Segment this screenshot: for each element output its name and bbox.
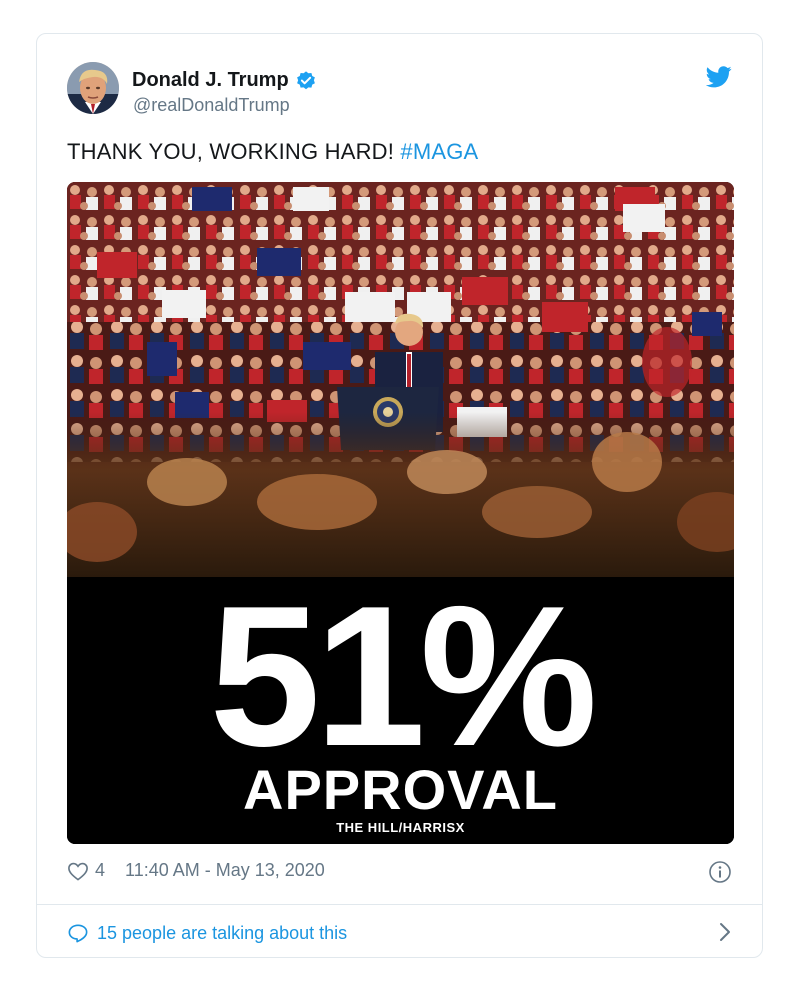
tweet-body: THANK YOU, WORKING HARD!: [67, 139, 401, 164]
talking-count[interactable]: 15 people are talking about this: [97, 923, 347, 944]
conversation-link[interactable]: 15 people are talking about this: [67, 919, 732, 947]
verified-badge-icon: [296, 70, 315, 89]
display-name[interactable]: Donald J. Trump: [132, 69, 289, 92]
poll-source: THE HILL/HARRISX: [336, 820, 465, 835]
like-count[interactable]: 4: [95, 860, 105, 881]
avatar-image: [67, 62, 119, 114]
author-name-row[interactable]: Donald J. Trump: [132, 69, 317, 92]
tweet-card: Donald J. Trump @realDonaldTrump THANK Y…: [36, 33, 763, 958]
tweet-meta: 4 11:40 AM - May 13, 2020: [67, 860, 325, 881]
chevron-right-icon[interactable]: [718, 921, 732, 943]
tweet-text: THANK YOU, WORKING HARD! #MAGA: [67, 139, 478, 165]
rally-photo: [67, 182, 734, 577]
divider: [37, 904, 762, 905]
handle[interactable]: @realDonaldTrump: [133, 95, 290, 116]
hashtag-link[interactable]: #MAGA: [400, 139, 478, 164]
approval-percentage: 51%: [209, 565, 597, 788]
twitter-bird-icon[interactable]: [706, 66, 732, 88]
heart-icon[interactable]: [67, 861, 89, 881]
avatar[interactable]: [67, 62, 119, 114]
headline-panel: 51% APPROVAL THE HILL/HARRISX: [67, 577, 734, 844]
info-icon[interactable]: [708, 860, 732, 884]
approval-label: APPROVAL: [243, 758, 558, 821]
tweet-media-image[interactable]: 51% APPROVAL THE HILL/HARRISX: [67, 182, 734, 844]
timestamp[interactable]: 11:40 AM - May 13, 2020: [125, 860, 325, 881]
speech-bubble-icon: [68, 924, 88, 943]
